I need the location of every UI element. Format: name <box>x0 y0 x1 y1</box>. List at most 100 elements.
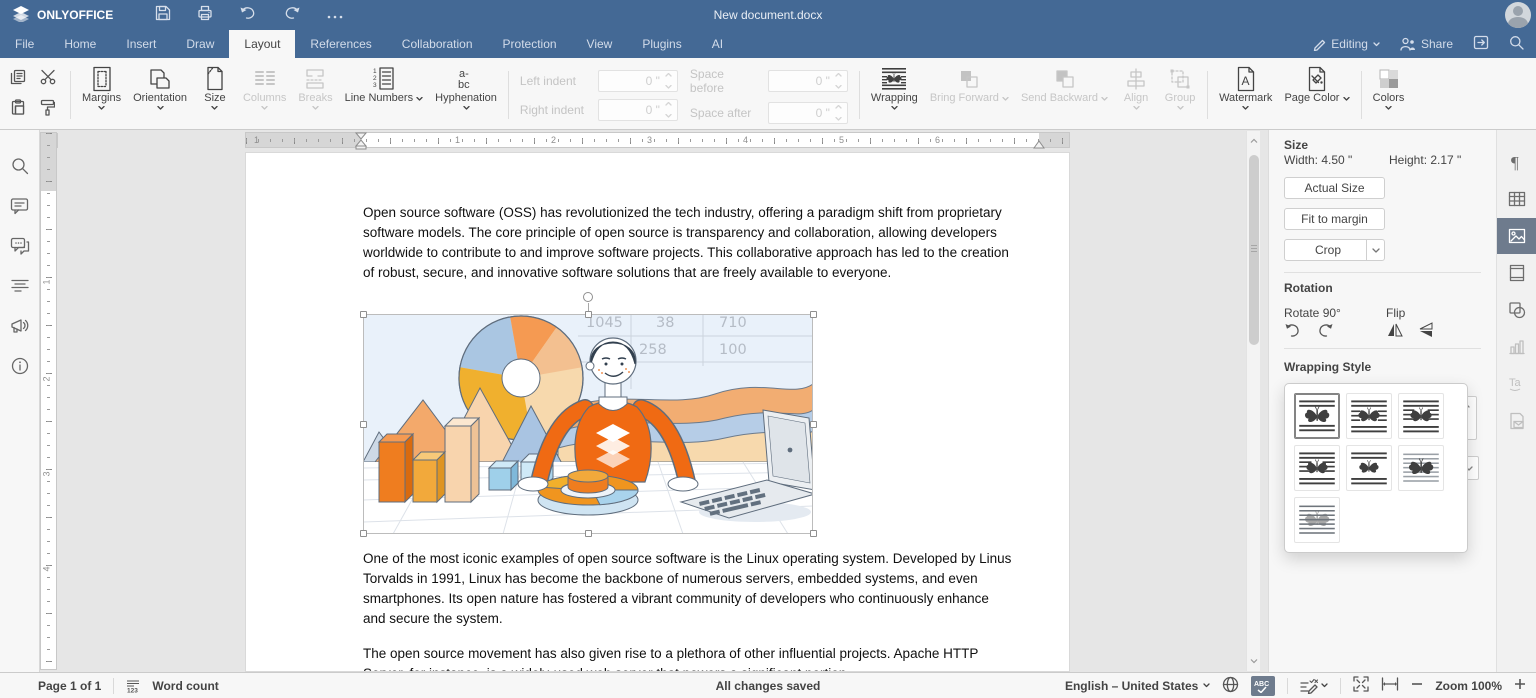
resize-handle-ne[interactable] <box>810 311 817 318</box>
undo-button[interactable] <box>239 5 257 26</box>
flip-horizontal-button[interactable] <box>1386 322 1404 341</box>
resize-handle-e[interactable] <box>810 421 817 428</box>
print-button[interactable] <box>197 5 213 26</box>
tab-view[interactable]: View <box>572 30 628 58</box>
redo-button[interactable] <box>283 5 301 26</box>
format-painter-icon[interactable] <box>40 99 57 121</box>
wrapping-style-inline[interactable] <box>1294 393 1340 439</box>
rotate-ccw-button[interactable] <box>1284 322 1302 341</box>
language-selector[interactable]: English – United States <box>1065 679 1210 693</box>
vertical-ruler[interactable]: 1 2 3 4 <box>40 132 57 670</box>
watermark-button[interactable]: A Watermark <box>1213 61 1278 129</box>
indent-marker[interactable] <box>355 132 367 150</box>
review-changes-button[interactable] <box>1300 678 1328 694</box>
headers-footers-settings-icon[interactable] <box>1497 255 1536 291</box>
tab-home[interactable]: Home <box>49 30 111 58</box>
flip-vertical-button[interactable] <box>1418 322 1436 341</box>
wrapping-style-square[interactable] <box>1346 393 1392 439</box>
zoom-level-label[interactable]: Zoom 100% <box>1435 679 1502 693</box>
fit-to-page-icon[interactable] <box>1353 676 1369 695</box>
wrapping-style-top-and-bottom[interactable] <box>1346 445 1392 491</box>
document-page[interactable]: Open source software (OSS) has revolutio… <box>245 152 1070 672</box>
resize-handle-se[interactable] <box>810 530 817 537</box>
paragraph[interactable]: Open source software (OSS) has revolutio… <box>363 203 1015 283</box>
tab-ai[interactable]: AI <box>697 30 738 58</box>
save-button[interactable] <box>155 5 171 26</box>
size-button[interactable]: Size <box>193 61 237 129</box>
comments-icon[interactable] <box>0 186 40 226</box>
chevron-down-icon[interactable] <box>1366 240 1384 260</box>
copy-icon[interactable] <box>10 69 26 90</box>
resize-handle-s[interactable] <box>585 530 592 537</box>
paste-icon[interactable] <box>10 99 26 121</box>
more-actions-button[interactable] <box>327 6 343 24</box>
resize-handle-n[interactable] <box>585 311 592 318</box>
orientation-button[interactable]: Orientation <box>127 61 193 129</box>
share-button[interactable]: Share <box>1400 37 1453 51</box>
rotate-handle[interactable] <box>583 292 593 302</box>
tab-file[interactable]: File <box>0 30 49 58</box>
fit-to-margin-button[interactable]: Fit to margin <box>1284 208 1385 230</box>
open-file-location-button[interactable] <box>1473 35 1489 53</box>
tab-protection[interactable]: Protection <box>488 30 572 58</box>
wrapping-button[interactable]: Wrapping <box>865 61 924 129</box>
paragraph[interactable]: The open source movement has also given … <box>363 644 1015 671</box>
horizontal-ruler[interactable]: 1 1 2 3 4 5 6 <box>245 132 1070 150</box>
resize-handle-sw[interactable] <box>360 530 367 537</box>
wrapping-style-behind[interactable] <box>1294 497 1340 543</box>
about-icon[interactable] <box>0 346 40 386</box>
zoom-in-icon[interactable] <box>1514 678 1526 693</box>
word-count-label[interactable]: Word count <box>152 679 218 693</box>
navigation-headings-icon[interactable] <box>0 266 40 306</box>
user-avatar[interactable] <box>1505 2 1531 28</box>
wrapping-style-tight[interactable] <box>1398 393 1444 439</box>
image-selection-frame[interactable] <box>360 292 817 537</box>
paragraph-settings-icon[interactable]: ¶ <box>1497 144 1536 180</box>
wrapping-style-through[interactable] <box>1294 445 1340 491</box>
image-settings-icon[interactable] <box>1496 218 1536 254</box>
resize-handle-nw[interactable] <box>360 311 367 318</box>
hyphenation-button[interactable]: a-bc Hyphenation <box>429 61 503 129</box>
spell-checking-icon[interactable]: ABC <box>1251 675 1276 696</box>
editing-mode-button[interactable]: Editing <box>1312 37 1380 51</box>
rotate-cw-button[interactable] <box>1316 322 1334 341</box>
resize-handle-w[interactable] <box>360 421 367 428</box>
table-settings-icon[interactable] <box>1497 181 1536 217</box>
chevron-down-icon <box>891 106 898 110</box>
crop-button[interactable]: Crop <box>1284 239 1385 261</box>
zoom-out-icon[interactable] <box>1411 678 1423 693</box>
line-numbers-button[interactable]: 123 Line Numbers <box>339 61 430 129</box>
tab-insert[interactable]: Insert <box>111 30 171 58</box>
tab-layout[interactable]: Layout <box>229 30 296 58</box>
tab-references[interactable]: References <box>295 30 386 58</box>
search-icon[interactable] <box>1509 35 1524 53</box>
actual-size-button[interactable]: Actual Size <box>1284 177 1385 199</box>
layout-toolbar: Margins Orientation Size Columns Breaks … <box>0 58 1536 130</box>
wrapping-style-in-front[interactable] <box>1398 445 1444 491</box>
page-color-button[interactable]: Page Color <box>1278 61 1355 129</box>
shape-settings-icon[interactable] <box>1497 292 1536 328</box>
scrollbar-thumb[interactable] <box>1249 155 1259 345</box>
svg-text:1: 1 <box>373 68 377 75</box>
scroll-up-icon[interactable] <box>1250 137 1258 145</box>
tab-plugins[interactable]: Plugins <box>627 30 696 58</box>
colors-button[interactable]: Colors <box>1367 61 1411 129</box>
chat-icon[interactable] <box>0 226 40 266</box>
tab-draw[interactable]: Draw <box>171 30 229 58</box>
set-document-language-icon[interactable] <box>1222 676 1239 696</box>
rotate-label: Rotate 90° <box>1284 306 1341 320</box>
cut-icon[interactable] <box>40 69 57 90</box>
document-scrollbar[interactable] <box>1246 131 1260 671</box>
space-before-label: Space before <box>689 66 724 95</box>
fit-to-width-icon[interactable] <box>1381 677 1399 694</box>
find-search-icon[interactable] <box>0 146 40 186</box>
margins-button[interactable]: Margins <box>76 61 127 129</box>
right-indent-marker[interactable] <box>1033 140 1045 150</box>
feedback-icon[interactable] <box>0 306 40 346</box>
paragraph[interactable]: One of the most iconic examples of open … <box>363 549 1015 629</box>
app-logo[interactable]: ONLYOFFICE <box>12 5 113 25</box>
scroll-down-icon[interactable] <box>1250 657 1258 665</box>
tab-collaboration[interactable]: Collaboration <box>387 30 488 58</box>
svg-text:¶: ¶ <box>1511 153 1519 171</box>
page-number-label[interactable]: Page 1 of 1 <box>38 679 101 693</box>
